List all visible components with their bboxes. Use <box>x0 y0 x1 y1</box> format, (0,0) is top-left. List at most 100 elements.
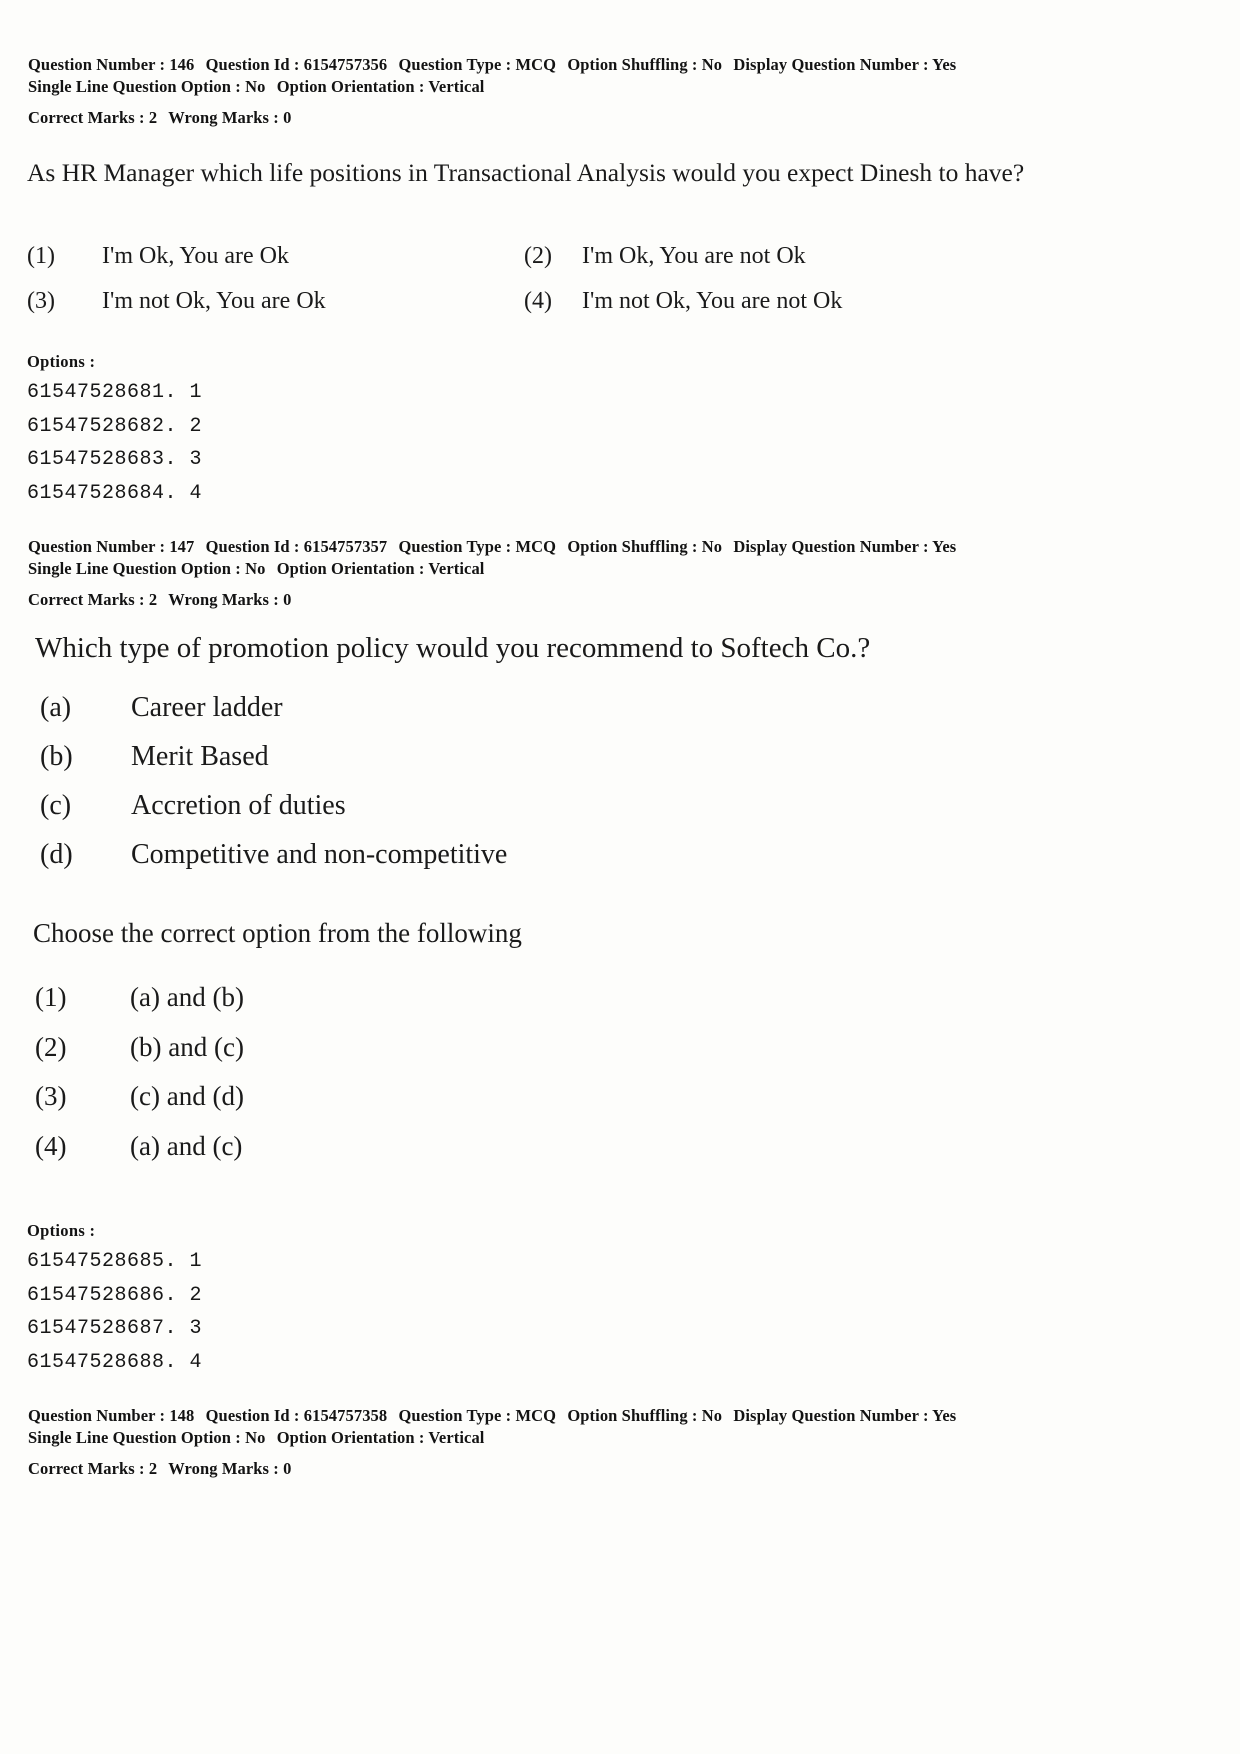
sub-item-b: (b) Merit Based <box>40 741 940 790</box>
sub-item-d: (d) Competitive and non-competitive <box>40 839 940 888</box>
choice-label-2-147: (2) <box>35 1031 67 1062</box>
question-id-label-147: Question Id : <box>205 537 300 556</box>
question-meta-147: Question Number : 147 Question Id : 6154… <box>28 536 1213 611</box>
meta-line-secondary-146: Single Line Question Option : No Option … <box>28 76 1213 98</box>
instruction-147: Choose the correct option from the follo… <box>33 918 522 948</box>
option-shuffling-label-146: Option Shuffling : <box>567 55 698 74</box>
choice-label-4-147: (4) <box>35 1130 67 1161</box>
option-id-line-1-146: 61547528681. 1 <box>27 381 203 404</box>
sub-item-label-c: (c) <box>40 790 72 821</box>
sub-item-text-a: Career ladder <box>131 692 283 723</box>
choice-text-2-147[interactable]: (b) and (c) <box>130 1032 244 1063</box>
meta-line-marks-147: Correct Marks : 2 Wrong Marks : 0 <box>28 589 1213 611</box>
option-orientation-label-147: Option Orientation : <box>276 559 425 578</box>
correct-marks-value-148: 2 <box>148 1459 158 1478</box>
wrong-marks-label-147: Wrong Marks : <box>168 590 279 609</box>
display-question-number-value-146: Yes <box>932 55 957 74</box>
display-question-number-label-147: Display Question Number : <box>733 537 929 556</box>
choice-text-2-146[interactable]: I'm Ok, You are not Ok <box>582 243 806 270</box>
wrong-marks-label-146: Wrong Marks : <box>168 108 279 127</box>
meta-line-secondary-148: Single Line Question Option : No Option … <box>28 1427 1213 1449</box>
choice-row-3-147[interactable]: (3) (c) and (d) <box>35 1081 735 1131</box>
correct-marks-value-147: 2 <box>148 590 158 609</box>
question-number-value-148: 148 <box>169 1406 195 1425</box>
question-type-value-146: MCQ <box>515 55 557 74</box>
question-id-value-147: 6154757357 <box>303 537 388 556</box>
question-meta-148: Question Number : 148 Question Id : 6154… <box>28 1405 1213 1480</box>
display-question-number-label-146: Display Question Number : <box>733 55 929 74</box>
display-question-number-value-148: Yes <box>932 1406 957 1425</box>
choice-row-1-147[interactable]: (1) (a) and (b) <box>35 982 735 1032</box>
question-number-value-147: 147 <box>169 537 195 556</box>
option-shuffling-value-146: No <box>701 55 723 74</box>
single-line-option-value-147: No <box>245 559 266 578</box>
question-stem-146: As HR Manager which life positions in Tr… <box>27 158 1025 187</box>
option-orientation-value-147: Vertical <box>428 559 485 578</box>
choice-row-1: (1) I'm Ok, You are Ok (2) I'm Ok, You a… <box>27 243 1127 288</box>
option-id-line-2-146: 61547528682. 2 <box>27 414 203 438</box>
single-line-option-label-146: Single Line Question Option : <box>28 77 241 96</box>
wrong-marks-label-148: Wrong Marks : <box>168 1459 279 1478</box>
option-id-line-1-147: 61547528685. 1 <box>27 1250 203 1273</box>
choice-text-4-147[interactable]: (a) and (c) <box>130 1131 242 1162</box>
sub-item-label-d: (d) <box>40 839 73 870</box>
option-id-line-3-147: 61547528687. 3 <box>27 1317 203 1340</box>
question-id-label-146: Question Id : <box>205 55 300 74</box>
option-orientation-value-146: Vertical <box>428 77 485 96</box>
question-type-value-148: MCQ <box>515 1406 557 1425</box>
question-number-label-146: Question Number : <box>28 55 166 74</box>
choice-row-2-147[interactable]: (2) (b) and (c) <box>35 1032 735 1082</box>
choice-row-2: (3) I'm not Ok, You are Ok (4) I'm not O… <box>27 288 1127 333</box>
option-orientation-value-148: Vertical <box>428 1428 485 1447</box>
choice-label-1-146: (1) <box>27 243 55 269</box>
question-id-label-148: Question Id : <box>205 1406 300 1425</box>
wrong-marks-value-146: 0 <box>283 108 292 127</box>
question-type-label-146: Question Type : <box>398 55 512 74</box>
correct-marks-label-148: Correct Marks : <box>28 1459 145 1478</box>
correct-marks-label-146: Correct Marks : <box>28 108 145 127</box>
sub-item-c: (c) Accretion of duties <box>40 790 940 839</box>
option-id-line-4-147: 61547528688. 4 <box>27 1350 203 1374</box>
sub-item-text-d: Competitive and non-competitive <box>131 839 508 870</box>
choices-147: (1) (a) and (b) (2) (b) and (c) (3) (c) … <box>35 982 735 1180</box>
option-id-line-2-147: 61547528686. 2 <box>27 1283 203 1307</box>
wrong-marks-value-147: 0 <box>283 590 292 609</box>
option-shuffling-value-147: No <box>701 537 723 556</box>
choice-text-4-146[interactable]: I'm not Ok, You are not Ok <box>582 288 842 315</box>
single-line-option-value-146: No <box>245 77 266 96</box>
options-label-146: Options : <box>27 352 96 371</box>
correct-marks-value-146: 2 <box>148 108 158 127</box>
choice-text-1-147[interactable]: (a) and (b) <box>130 982 244 1013</box>
choice-text-3-147[interactable]: (c) and (d) <box>130 1081 244 1112</box>
page-content: Question Number : 146 Question Id : 6154… <box>0 0 1240 1754</box>
meta-line-marks-148: Correct Marks : 2 Wrong Marks : 0 <box>28 1458 1213 1480</box>
question-number-label-148: Question Number : <box>28 1406 166 1425</box>
option-shuffling-label-147: Option Shuffling : <box>567 537 698 556</box>
choice-row-4-147[interactable]: (4) (a) and (c) <box>35 1131 735 1181</box>
sub-item-text-c: Accretion of duties <box>131 790 346 821</box>
sub-items-147: (a) Career ladder (b) Merit Based (c) Ac… <box>40 692 940 888</box>
question-id-value-146: 6154757356 <box>303 55 388 74</box>
sub-item-text-b: Merit Based <box>131 741 269 772</box>
single-line-option-label-147: Single Line Question Option : <box>28 559 241 578</box>
option-shuffling-label-148: Option Shuffling : <box>567 1406 698 1425</box>
choice-text-1-146[interactable]: I'm Ok, You are Ok <box>102 243 289 270</box>
display-question-number-label-148: Display Question Number : <box>733 1406 929 1425</box>
option-shuffling-value-148: No <box>701 1406 723 1425</box>
choice-label-3-146: (3) <box>27 288 55 314</box>
option-id-list-146: 61547528681. 1 61547528682. 2 6154752868… <box>27 376 202 510</box>
question-id-value-148: 6154757358 <box>303 1406 388 1425</box>
question-number-label-147: Question Number : <box>28 537 166 556</box>
option-orientation-label-148: Option Orientation : <box>276 1428 425 1447</box>
option-id-line-4-146: 61547528684. 4 <box>27 481 203 505</box>
display-question-number-value-147: Yes <box>932 537 957 556</box>
choice-text-3-146[interactable]: I'm not Ok, You are Ok <box>102 288 326 315</box>
meta-line-primary-147: Question Number : 147 Question Id : 6154… <box>28 536 1213 558</box>
meta-line-primary-146: Question Number : 146 Question Id : 6154… <box>28 54 1213 76</box>
choice-label-1-147: (1) <box>35 982 67 1012</box>
single-line-option-label-148: Single Line Question Option : <box>28 1428 241 1447</box>
question-stem-147: Which type of promotion policy would you… <box>35 632 871 664</box>
question-type-value-147: MCQ <box>515 537 557 556</box>
option-orientation-label-146: Option Orientation : <box>276 77 425 96</box>
question-type-label-147: Question Type : <box>398 537 512 556</box>
